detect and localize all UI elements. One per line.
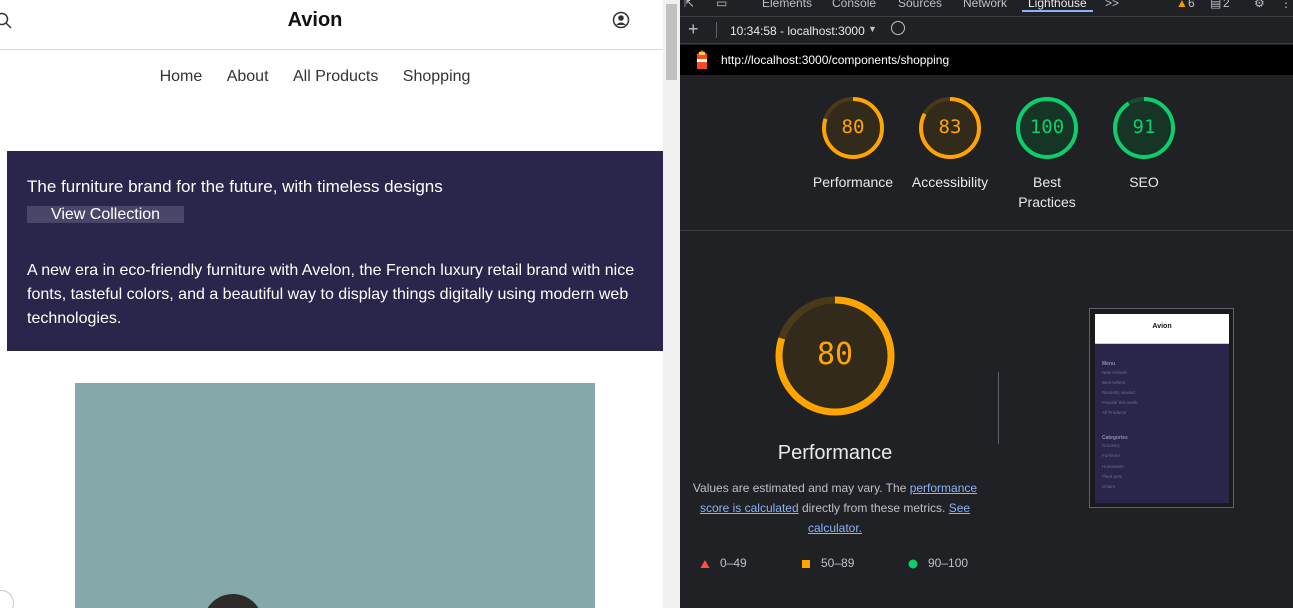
site-brand[interactable]: Avion <box>0 9 630 32</box>
legend-range-fail: 0–49 <box>720 556 747 570</box>
lighthouse-toolbar: + 10:34:58 - localhost:3000 ▼ <box>680 18 1293 44</box>
nav-link-shopping[interactable]: Shopping <box>403 68 471 86</box>
scrollbar-thumb[interactable] <box>666 4 677 80</box>
thumbnail-header: Avion <box>1095 314 1229 344</box>
thumbnail-category-item: Plant pots <box>1102 474 1123 479</box>
legend-fail: 0–49 <box>700 556 747 570</box>
hero-banner: The furniture brand for the future, with… <box>7 151 663 351</box>
messages-icon[interactable]: ▤ <box>1210 0 1221 10</box>
gauge-value-best-practices: 100 <box>1029 116 1065 138</box>
site-header: Avion <box>0 0 663 50</box>
gauge-label-performance: Performance <box>812 174 894 190</box>
score-description: Values are estimated and may vary. The p… <box>685 478 985 538</box>
thumbnail-menu-title: Menu <box>1102 361 1116 367</box>
thumbnail-category-item: Chairs <box>1102 484 1116 489</box>
gauge-value-accessibility: 83 <box>938 116 962 138</box>
triangle-icon <box>700 559 710 568</box>
gauge-label-best-practices: Best Practices <box>1018 174 1076 210</box>
site-nav: Home About All Products Shopping <box>0 68 630 86</box>
legend-average: 50–89 <box>801 556 854 570</box>
more-options-icon[interactable]: ⋮ <box>1280 0 1292 10</box>
thumbnail-categories-title: Categories <box>1102 435 1128 441</box>
thumbnail-menu-item: Best sellers <box>1102 380 1126 385</box>
thumbnail-menu-item: Popular this week <box>1102 400 1138 405</box>
legend-range-pass: 90–100 <box>928 556 969 570</box>
gauge-seo[interactable]: 91 SEO <box>1094 96 1194 192</box>
tab-lighthouse[interactable]: Lighthouse <box>1022 0 1093 12</box>
new-report-icon[interactable]: + <box>688 19 699 40</box>
device-toolbar-icon[interactable]: ▭ <box>716 0 727 10</box>
scroll-button[interactable] <box>0 590 14 608</box>
url-bar: http://localhost:3000/components/shoppin… <box>680 45 1293 75</box>
nav-link-home[interactable]: Home <box>160 68 203 86</box>
warnings-count[interactable]: 6 <box>1188 0 1195 10</box>
page-screenshot-thumbnail[interactable]: Avion Menu New Arrivals Best sellers Rec… <box>1089 308 1234 508</box>
page-scrollbar[interactable] <box>663 0 680 608</box>
desc-text-1: Values are estimated and may vary. The <box>692 481 910 495</box>
hero-title: The furniture brand for the future, with… <box>27 177 443 196</box>
chair-shape <box>203 594 263 608</box>
nav-link-about[interactable]: About <box>227 68 269 86</box>
gauge-label-accessibility: Accessibility <box>911 174 989 190</box>
gauge-best-practices[interactable]: 100 Best Practices <box>997 96 1097 212</box>
thumbnail-category-item: Homeware <box>1102 464 1124 469</box>
view-collection-button[interactable]: View Collection <box>27 206 184 223</box>
gauge-performance[interactable]: 80 Performance <box>803 96 903 192</box>
legend-range-average: 50–89 <box>821 556 855 570</box>
web-page: Avion Home About All Products Shopping T… <box>0 0 663 608</box>
thumbnail-brand: Avion <box>1152 323 1172 330</box>
hero-description: A new era in eco-friendly furniture with… <box>27 262 635 327</box>
gauge-accessibility[interactable]: 83 Accessibility <box>900 96 1000 192</box>
tab-console[interactable]: Console <box>832 0 876 10</box>
lighthouse-logo-icon <box>696 50 708 69</box>
devtools-panel: ⇱ ▭ Elements Console Sources Network Lig… <box>680 0 1293 608</box>
report-selector[interactable]: 10:34:58 - localhost:3000 <box>730 24 865 38</box>
toolbar-divider <box>716 22 717 38</box>
score-gauges: 80 Performance 83 Accessibility 100 Best… <box>680 76 1293 231</box>
thumbnail-category-item: Furniture <box>1102 453 1121 458</box>
clear-reports-icon[interactable] <box>891 21 905 35</box>
square-icon <box>802 559 810 568</box>
devtools-tab-bar: ⇱ ▭ Elements Console Sources Network Lig… <box>680 0 1293 17</box>
main-score-title: Performance <box>777 442 893 464</box>
warning-icon[interactable]: ▲ <box>1176 0 1188 10</box>
chevron-down-icon[interactable]: ▼ <box>868 24 877 34</box>
desc-text-2: directly from these metrics. <box>798 501 949 515</box>
legend-pass: 90–100 <box>908 556 968 570</box>
inspect-icon[interactable]: ⇱ <box>684 0 694 10</box>
thumbnail-category-item: Crockery <box>1102 443 1121 448</box>
tab-elements[interactable]: Elements <box>762 0 812 10</box>
settings-icon[interactable]: ⚙ <box>1254 0 1265 10</box>
tab-sources[interactable]: Sources <box>898 0 942 10</box>
tab-network[interactable]: Network <box>963 0 1007 10</box>
section-divider <box>998 372 999 444</box>
thumbnail-menu-item: All Products <box>1102 410 1127 415</box>
messages-count[interactable]: 2 <box>1223 0 1230 10</box>
thumbnail-menu-item: New Arrivals <box>1102 370 1128 375</box>
circle-icon <box>908 559 918 569</box>
more-tabs-button[interactable]: >> <box>1105 0 1119 10</box>
nav-link-all-products[interactable]: All Products <box>293 68 378 86</box>
user-icon[interactable] <box>612 11 630 29</box>
thumbnail-menu-item: Recently viewed <box>1102 390 1135 395</box>
main-score-value: 80 <box>816 337 854 372</box>
audited-url[interactable]: http://localhost:3000/components/shoppin… <box>721 53 949 67</box>
gauge-value-seo: 91 <box>1132 116 1156 138</box>
gauge-value-performance: 80 <box>841 116 865 138</box>
hero-product-image <box>75 383 595 608</box>
thumbnail-content: Avion Menu New Arrivals Best sellers Rec… <box>1095 314 1229 503</box>
gauge-label-seo: SEO <box>1129 174 1159 190</box>
